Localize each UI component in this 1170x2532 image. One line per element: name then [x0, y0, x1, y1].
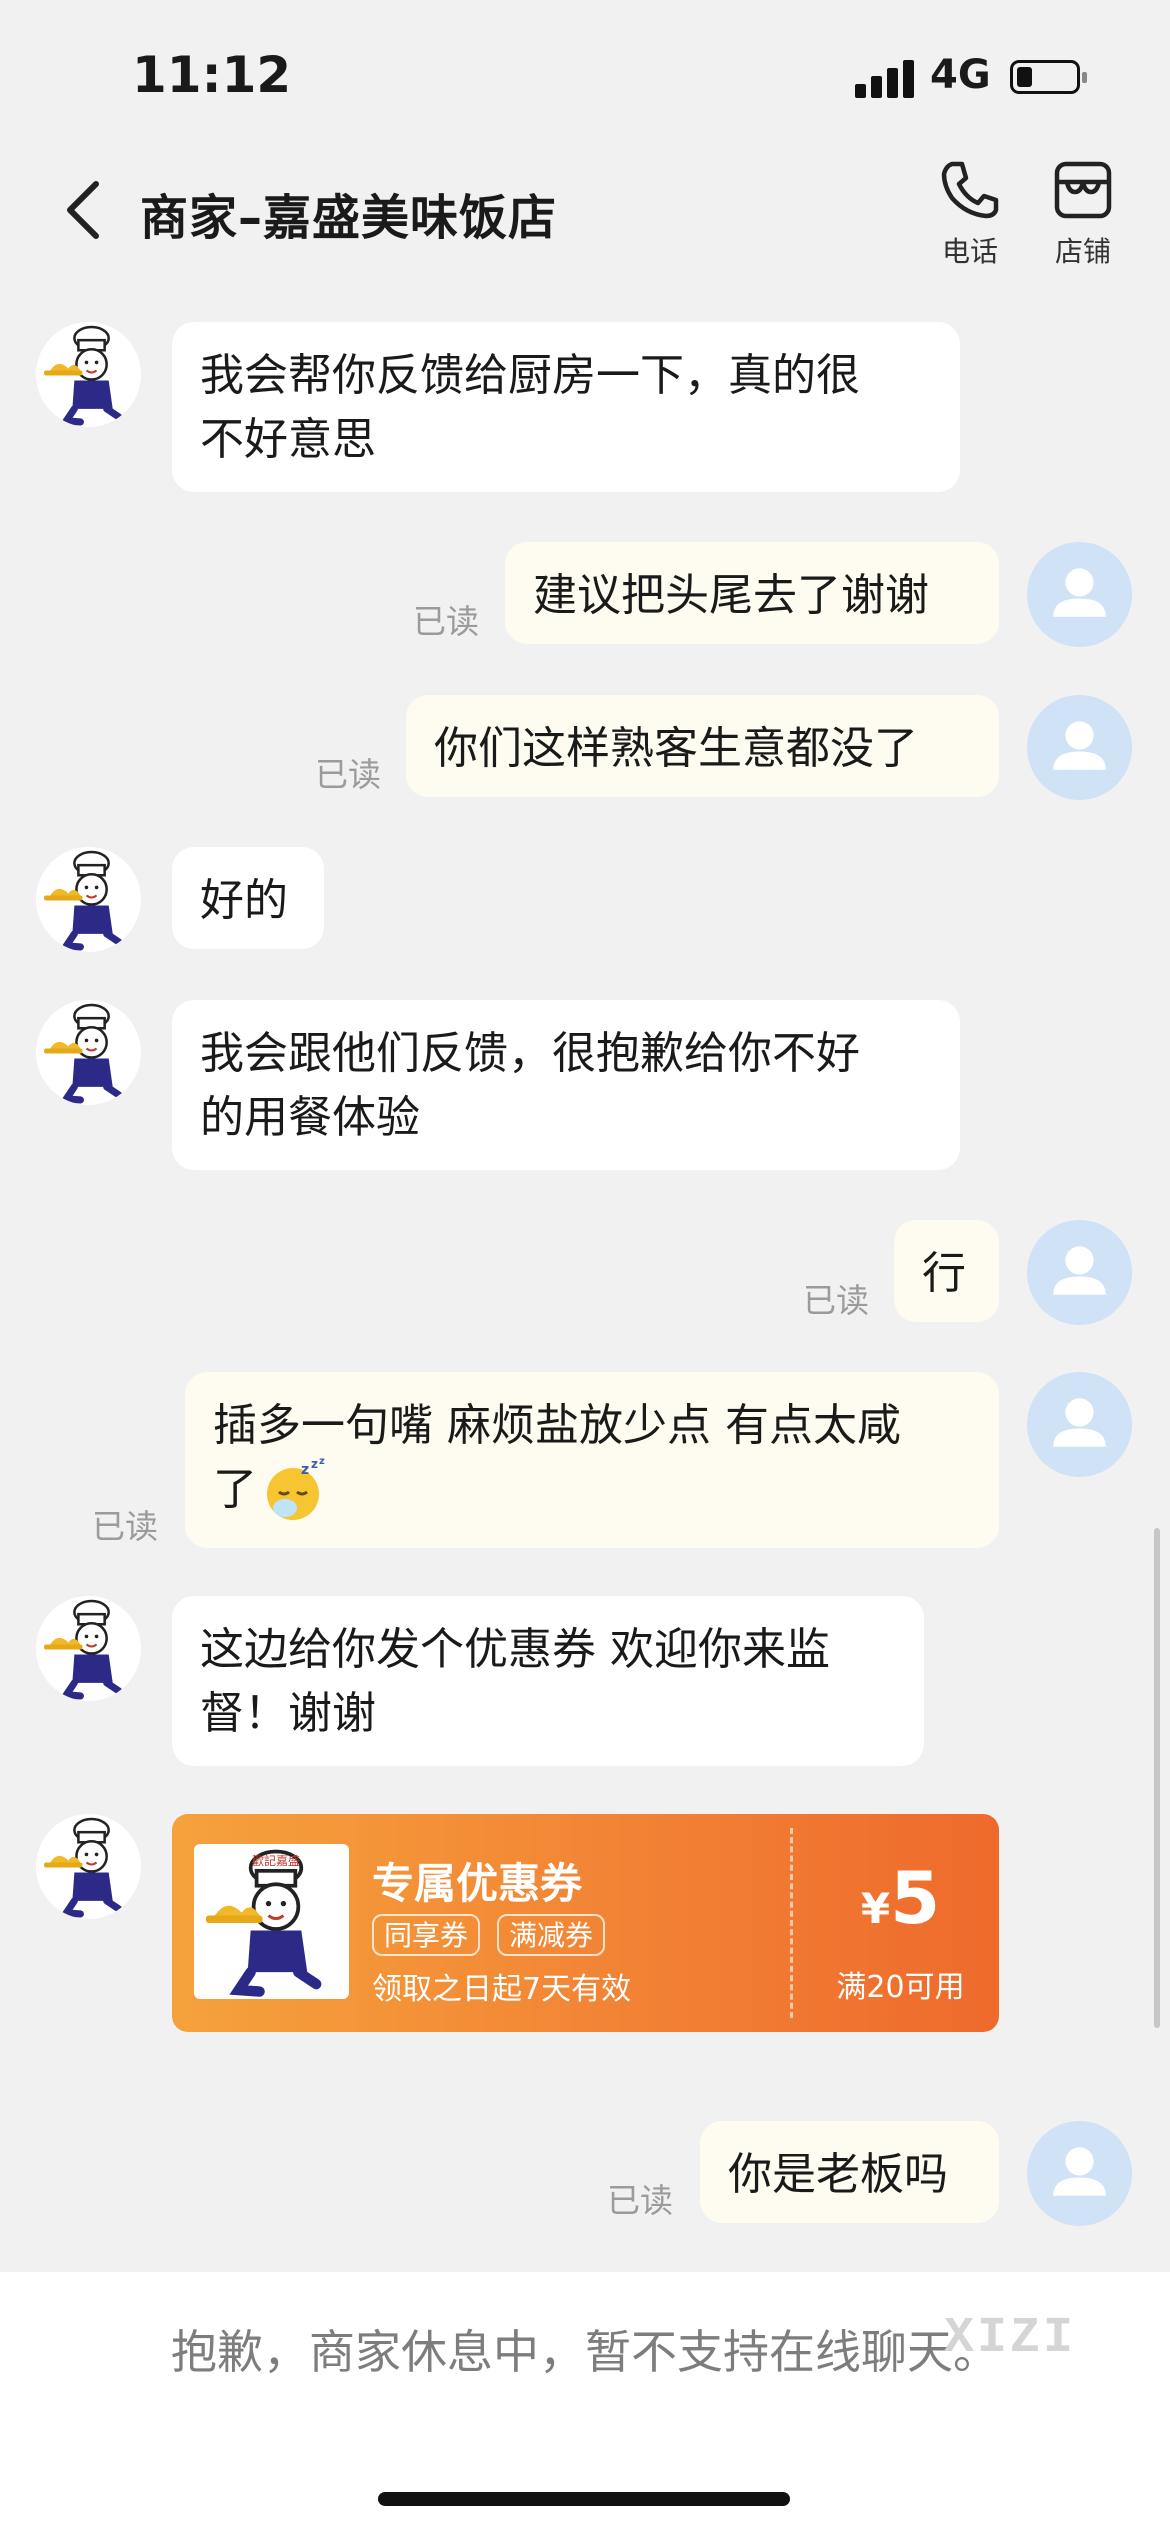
read-receipt: 已读 — [803, 1281, 869, 1320]
user-icon — [1053, 568, 1106, 617]
home-indicator[interactable] — [378, 2492, 790, 2506]
currency-symbol: ¥ — [860, 1884, 891, 1933]
chevron-left-icon — [67, 181, 99, 239]
watermark: XIZI — [944, 2310, 1077, 2367]
user-icon — [1053, 721, 1106, 770]
coupon-card[interactable]: 歡記嘉盛 专属优惠券 同享券 满减券 领取之日起7天有效 ¥5 满20可用 — [172, 1814, 999, 2032]
status-bar: 11:12 4G — [0, 0, 1170, 150]
message-bubble[interactable]: 行 — [894, 1220, 999, 1322]
chat-header: 商家–嘉盛美味饭店 电话 店铺 — [0, 150, 1170, 270]
phone-label: 电话 — [941, 235, 998, 268]
phone-icon — [941, 161, 999, 219]
read-receipt: 已读 — [607, 2181, 673, 2220]
message-bubble[interactable]: 好的 — [172, 847, 324, 949]
chef-mascot-icon — [36, 847, 141, 952]
svg-text:z: z — [319, 1458, 325, 1467]
user-icon — [1053, 1398, 1106, 1447]
back-button[interactable] — [58, 178, 118, 242]
store-logo: 歡記嘉盛 — [194, 1844, 349, 1999]
message-bubble[interactable]: 我会帮你反馈给厨房一下，真的很 不好意思 — [172, 322, 960, 492]
logo-text: 歡記嘉盛 — [252, 1854, 301, 1868]
scrollbar[interactable] — [1154, 1528, 1160, 2028]
chef-mascot-icon — [36, 1000, 141, 1105]
coupon-validity: 领取之日起7天有效 — [372, 1972, 632, 2007]
store-icon — [1054, 161, 1112, 219]
status-time: 11:12 — [132, 46, 292, 104]
user-avatar[interactable] — [1027, 2121, 1132, 2226]
user-avatar[interactable] — [1027, 695, 1132, 800]
network-type: 4G — [930, 52, 991, 98]
signal-icon — [855, 58, 915, 98]
message-bubble[interactable]: 插多一句嘴 麻烦盐放少点 有点太咸 了 z z z — [185, 1372, 999, 1548]
page-title: 商家–嘉盛美味饭店 — [140, 190, 558, 246]
read-receipt: 已读 — [315, 755, 381, 794]
svg-text:z: z — [311, 1458, 318, 1471]
merchant-avatar[interactable] — [36, 1814, 141, 1919]
store-button[interactable]: 店铺 — [1038, 158, 1128, 268]
user-avatar[interactable] — [1027, 542, 1132, 647]
user-avatar[interactable] — [1027, 1220, 1132, 1325]
coupon-amount: ¥5 — [802, 1856, 999, 1940]
coupon-condition: 满20可用 — [836, 1970, 965, 2005]
merchant-avatar[interactable] — [36, 1596, 141, 1701]
merchant-avatar[interactable] — [36, 1000, 141, 1105]
chef-mascot-icon — [36, 322, 141, 427]
merchant-avatar[interactable] — [36, 322, 141, 427]
sleeping-face-emoji: z z z — [267, 1458, 325, 1520]
chef-mascot-icon — [36, 1814, 141, 1919]
message-bubble[interactable]: 你是老板吗 — [700, 2121, 999, 2223]
coupon-divider — [790, 1828, 793, 2018]
phone-button[interactable]: 电话 — [925, 158, 1015, 268]
footer: 抱歉，商家休息中，暂不支持在线聊天。 XIZI — [0, 2272, 1170, 2532]
coupon-tag: 同享券 — [372, 1914, 481, 1956]
user-icon — [1053, 2147, 1106, 2196]
store-label: 店铺 — [1054, 235, 1111, 268]
message-bubble[interactable]: 我会跟他们反馈，很抱歉给你不好 的用餐体验 — [172, 1000, 960, 1170]
coupon-tag: 满减券 — [497, 1914, 606, 1956]
message-bubble[interactable]: 建议把头尾去了谢谢 — [505, 542, 999, 644]
user-icon — [1053, 1246, 1106, 1295]
message-bubble[interactable]: 这边给你发个优惠券 欢迎你来监 督！谢谢 — [172, 1596, 924, 1766]
chef-mascot-icon — [36, 1596, 141, 1701]
merchant-avatar[interactable] — [36, 847, 141, 952]
read-receipt: 已读 — [92, 1507, 158, 1546]
read-receipt: 已读 — [413, 602, 479, 641]
svg-text:z: z — [301, 1462, 309, 1478]
battery-icon — [1010, 60, 1087, 94]
coupon-value: 5 — [890, 1856, 941, 1940]
message-bubble[interactable]: 你们这样熟客生意都没了 — [406, 695, 999, 797]
coupon-title: 专属优惠券 — [372, 1859, 583, 1908]
user-avatar[interactable] — [1027, 1372, 1132, 1477]
